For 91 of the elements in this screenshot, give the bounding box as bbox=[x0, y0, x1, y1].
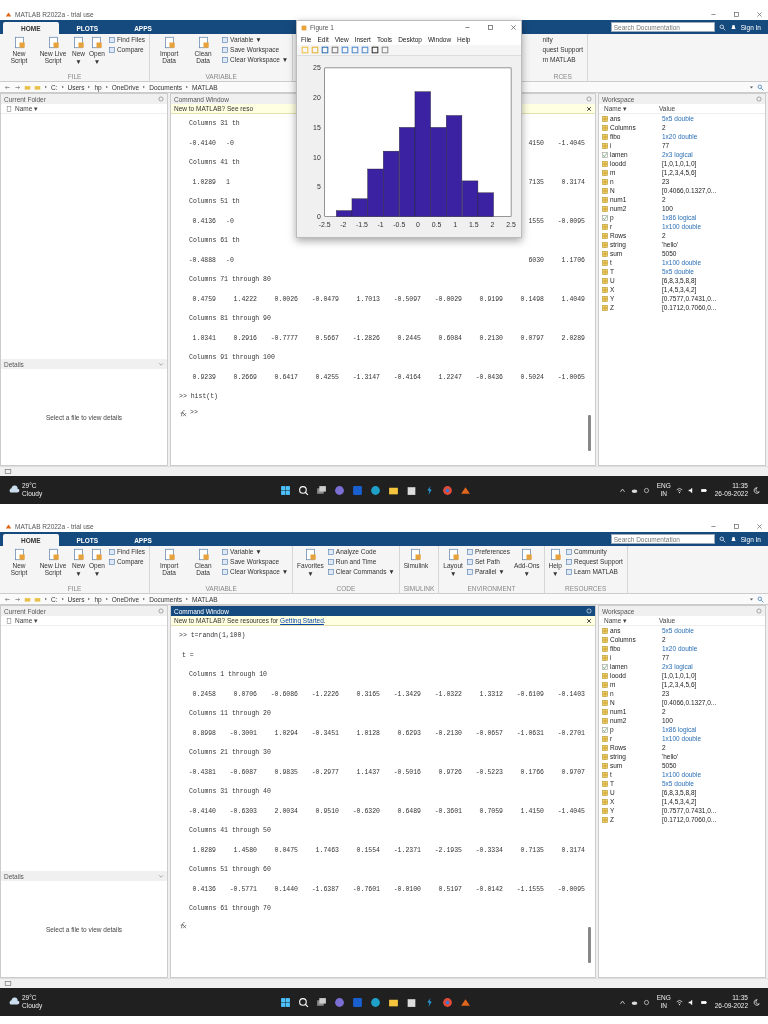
app-logo-icon[interactable] bbox=[459, 484, 471, 496]
app-icon[interactable] bbox=[351, 484, 363, 496]
bell-icon[interactable] bbox=[729, 535, 737, 543]
status-icon bbox=[4, 468, 12, 475]
maximize-icon[interactable] bbox=[487, 24, 494, 31]
close-icon[interactable] bbox=[586, 617, 592, 624]
grid-icon bbox=[602, 681, 608, 688]
cloud-icon[interactable] bbox=[630, 998, 638, 1006]
grid-icon bbox=[602, 708, 608, 715]
close-icon[interactable] bbox=[586, 105, 592, 112]
grid-icon bbox=[602, 798, 608, 805]
back-arrow-icon[interactable] bbox=[4, 83, 11, 91]
cloud-icon[interactable] bbox=[630, 486, 638, 494]
grid-icon bbox=[602, 232, 608, 239]
grid-icon bbox=[602, 115, 608, 122]
caret-down-icon[interactable] bbox=[749, 84, 754, 90]
chevron-up-icon[interactable] bbox=[618, 486, 626, 494]
grid-icon bbox=[602, 142, 608, 149]
file-icon bbox=[6, 617, 12, 624]
grid-icon bbox=[602, 304, 608, 311]
fx-icon bbox=[179, 920, 187, 929]
grid-icon bbox=[602, 789, 608, 796]
scroll-thumb[interactable] bbox=[588, 415, 591, 451]
wifi-icon[interactable] bbox=[675, 486, 683, 494]
app-logo-icon[interactable] bbox=[459, 996, 471, 1008]
grid-icon bbox=[602, 717, 608, 724]
grid-icon bbox=[602, 223, 608, 230]
grid-icon bbox=[602, 268, 608, 275]
grid-icon bbox=[602, 241, 608, 248]
checkbox-icon bbox=[602, 151, 608, 158]
grid-icon bbox=[602, 250, 608, 257]
grid-icon bbox=[602, 277, 608, 284]
grid-icon bbox=[602, 169, 608, 176]
grid-icon bbox=[602, 735, 608, 742]
grid-icon bbox=[602, 295, 608, 302]
grid-icon bbox=[602, 636, 608, 643]
grid-icon bbox=[602, 762, 608, 769]
checkbox-icon bbox=[602, 663, 608, 670]
checkbox-icon bbox=[602, 214, 608, 221]
forward-arrow-icon[interactable] bbox=[14, 83, 21, 91]
chevron-right-icon bbox=[44, 85, 48, 89]
checkbox-icon bbox=[602, 726, 608, 733]
moon-icon[interactable] bbox=[753, 486, 760, 494]
window-stack-icon[interactable] bbox=[315, 996, 327, 1008]
start-icon[interactable] bbox=[279, 484, 291, 496]
grid-icon bbox=[602, 286, 608, 293]
grid-icon bbox=[602, 672, 608, 679]
grid-icon bbox=[602, 771, 608, 778]
chevron-up-icon[interactable] bbox=[618, 998, 626, 1006]
status-icon bbox=[4, 980, 12, 987]
app-logo-icon bbox=[5, 10, 12, 18]
grid-icon bbox=[602, 178, 608, 185]
grid-icon bbox=[602, 205, 608, 212]
search-icon[interactable] bbox=[297, 484, 309, 496]
file-icon bbox=[6, 105, 12, 112]
grid-icon bbox=[602, 133, 608, 140]
grid-icon bbox=[602, 645, 608, 652]
minimize-icon[interactable] bbox=[464, 24, 471, 31]
moon-icon[interactable] bbox=[753, 998, 760, 1006]
grid-icon bbox=[602, 187, 608, 194]
speaker-icon[interactable] bbox=[687, 486, 695, 494]
chevron-right-icon bbox=[44, 597, 48, 601]
grid-icon bbox=[602, 753, 608, 760]
histogram-bar bbox=[383, 150, 400, 217]
app-icon[interactable] bbox=[351, 996, 363, 1008]
grid-icon bbox=[602, 196, 608, 203]
grid-icon bbox=[602, 690, 608, 697]
maximize-icon[interactable] bbox=[733, 10, 740, 18]
scroll-thumb[interactable] bbox=[588, 927, 591, 963]
back-arrow-icon[interactable] bbox=[4, 595, 11, 603]
start-icon[interactable] bbox=[279, 996, 291, 1008]
grid-icon bbox=[602, 699, 608, 706]
grid-icon bbox=[602, 160, 608, 167]
maximize-icon[interactable] bbox=[733, 522, 740, 530]
grid-icon bbox=[602, 259, 608, 266]
grid-icon bbox=[602, 807, 608, 814]
app-logo-icon bbox=[5, 522, 12, 530]
caret-down-icon[interactable] bbox=[749, 596, 754, 602]
grid-icon bbox=[602, 627, 608, 634]
wifi-icon[interactable] bbox=[675, 998, 683, 1006]
grid-icon bbox=[602, 744, 608, 751]
grid-icon bbox=[602, 816, 608, 823]
grid-icon bbox=[602, 780, 608, 787]
grid-icon bbox=[602, 654, 608, 661]
forward-arrow-icon[interactable] bbox=[14, 595, 21, 603]
grid-icon bbox=[602, 124, 608, 131]
fx-icon bbox=[179, 408, 187, 417]
search-icon[interactable] bbox=[297, 996, 309, 1008]
window-stack-icon[interactable] bbox=[315, 484, 327, 496]
bell-icon[interactable] bbox=[729, 23, 737, 31]
speaker-icon[interactable] bbox=[687, 998, 695, 1006]
